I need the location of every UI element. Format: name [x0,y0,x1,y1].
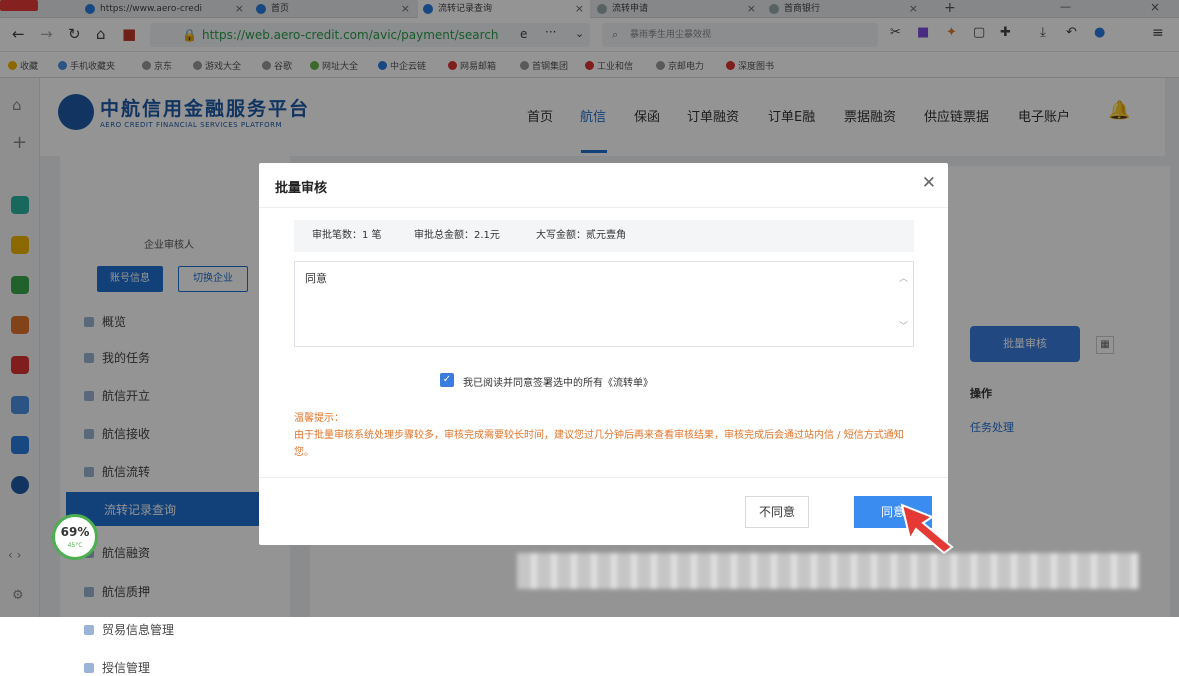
amount-in-words: 大写金额：贰元壹角 [536,230,626,241]
tip-title: 温馨提示： [294,413,344,424]
disagree-button[interactable]: 不同意 [745,496,809,528]
batch-review-dialog: 批量审核 ✕ 审批笔数：1 笔 审批总金额：2.1元 大写金额：贰元壹角 同意 … [259,163,948,545]
dialog-title: 批量审核 [275,181,328,196]
approval-total-amount: 审批总金额：2.1元 [414,230,500,241]
sidebar-item-trade-info[interactable]: 贸易信息管理 [84,621,174,638]
pointer-arrow-icon [900,503,954,555]
scroll-up-icon[interactable]: ︿ [899,271,908,284]
performance-percent: 69% [60,525,90,539]
trade-icon [84,625,94,635]
sidebar-item-credit[interactable]: 授信管理 [84,659,150,676]
credit-icon [84,663,94,673]
divider [259,207,948,208]
review-opinion-textarea[interactable]: 同意 [294,261,914,347]
tip-body: 由于批量审核系统处理步骤较多，审核完成需要较长时间，建议您过几分钟后再来查看审核… [294,430,904,458]
review-summary: 审批笔数：1 笔 审批总金额：2.1元 大写金额：贰元壹角 [294,220,914,252]
agree-checkbox[interactable]: ✓ [440,373,454,387]
performance-widget[interactable]: 69% 45°C [52,514,98,560]
divider [259,477,948,478]
performance-temp: 45°C [67,542,83,549]
scroll-down-icon[interactable]: ﹀ [899,319,908,332]
blurred-caption [517,553,1139,589]
agree-label: 我已阅读并同意签署选中的所有《流转单》 [463,378,653,389]
close-icon[interactable]: ✕ [922,173,936,193]
approval-count: 审批笔数：1 笔 [312,230,382,241]
